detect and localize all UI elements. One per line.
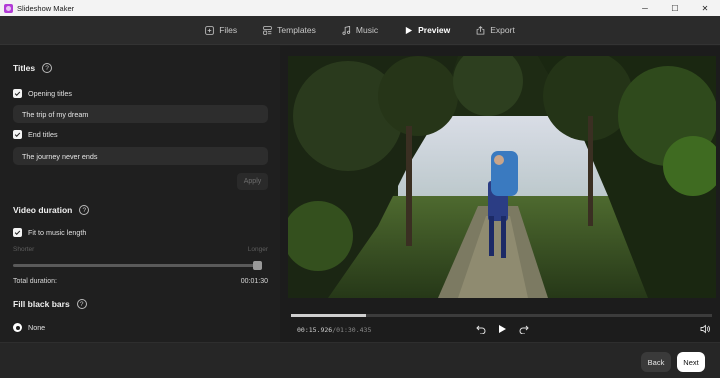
tab-music-label: Music	[355, 25, 379, 35]
fill-black-bars-section-heading: Fill black bars ?	[13, 299, 87, 309]
opening-titles-input[interactable]: The trip of my dream	[13, 105, 268, 123]
apply-button[interactable]: Apply	[237, 173, 268, 190]
volume-button[interactable]	[699, 323, 711, 335]
playback-timecode: 00:15.926/01:30.435	[297, 326, 371, 334]
video-duration-heading: Video duration	[13, 205, 73, 215]
footer-bar: Back Next	[0, 342, 720, 378]
titles-help-icon[interactable]: ?	[42, 63, 53, 73]
tab-preview[interactable]: Preview	[391, 16, 463, 45]
longer-label: Longer	[247, 246, 268, 253]
back-button[interactable]: Back	[641, 352, 671, 372]
maximize-button[interactable]: ☐	[660, 0, 690, 16]
minimize-button[interactable]: ─	[630, 0, 660, 16]
settings-panel: Titles ? Opening titles The trip of my d…	[0, 46, 280, 342]
total-time: /01:30.435	[332, 326, 372, 334]
tab-files-label: Files	[219, 25, 238, 35]
playback-progress-fill	[291, 314, 366, 317]
opening-titles-checkbox[interactable]	[13, 89, 22, 98]
titles-section-heading: Titles ?	[13, 63, 53, 73]
music-note-icon	[342, 25, 351, 35]
fit-to-music-label: Fit to music length	[28, 228, 87, 237]
fill-none-label: None	[28, 323, 46, 332]
tab-music[interactable]: Music	[329, 16, 391, 45]
fit-to-music-checkbox-row[interactable]: Fit to music length	[13, 228, 86, 237]
rewind-button[interactable]	[475, 323, 487, 335]
window-controls: ─ ☐ ✕	[630, 0, 720, 16]
opening-titles-label: Opening titles	[28, 89, 72, 98]
close-button[interactable]: ✕	[690, 0, 720, 16]
next-button[interactable]: Next	[677, 352, 705, 372]
tab-preview-label: Preview	[418, 25, 451, 35]
total-duration-row: Total duration: 00:01:30	[13, 278, 268, 285]
fill-none-radio-row[interactable]: None	[13, 323, 45, 332]
duration-range-labels: Shorter Longer	[13, 246, 268, 253]
file-plus-icon	[205, 25, 214, 35]
fill-black-bars-help-icon[interactable]: ?	[76, 299, 87, 309]
total-duration-value: 00:01:30	[240, 278, 268, 285]
fill-black-bars-heading: Fill black bars	[13, 299, 70, 309]
tab-templates[interactable]: Templates	[250, 16, 329, 45]
video-frame-image	[288, 56, 716, 298]
redo-arrow-icon	[519, 325, 529, 334]
shorter-label: Shorter	[13, 246, 35, 253]
end-titles-input[interactable]: The journey never ends	[13, 147, 268, 165]
templates-icon	[263, 25, 272, 35]
fill-none-radio[interactable]	[13, 323, 22, 332]
undo-arrow-icon	[476, 325, 486, 334]
tab-templates-label: Templates	[277, 25, 316, 35]
opening-titles-checkbox-row[interactable]: Opening titles	[13, 89, 72, 98]
end-titles-label: End titles	[28, 130, 58, 139]
play-button[interactable]	[496, 323, 508, 335]
export-icon	[476, 25, 485, 35]
duration-slider[interactable]	[13, 261, 262, 270]
title-bar: Slideshow Maker ─ ☐ ✕	[0, 0, 720, 16]
titles-heading: Titles	[13, 63, 36, 73]
play-triangle-icon	[499, 325, 506, 333]
fit-to-music-checkbox[interactable]	[13, 228, 22, 237]
duration-slider-thumb[interactable]	[253, 261, 262, 270]
app-logo-icon	[4, 3, 13, 13]
video-duration-help-icon[interactable]: ?	[79, 205, 90, 215]
window-title: Slideshow Maker	[17, 3, 75, 13]
playback-progress-bar[interactable]	[291, 314, 712, 317]
video-duration-section-heading: Video duration ?	[13, 205, 90, 215]
tab-files[interactable]: Files	[192, 16, 250, 45]
preview-panel: 00:15.926/01:30.435	[280, 46, 720, 342]
tab-export[interactable]: Export	[463, 16, 528, 45]
volume-icon	[700, 324, 710, 334]
video-preview[interactable]	[288, 56, 716, 298]
end-titles-checkbox-row[interactable]: End titles	[13, 130, 58, 139]
forward-button[interactable]	[518, 323, 530, 335]
tab-export-label: Export	[490, 25, 515, 35]
main-nav: Files Templates Music Preview Export	[0, 16, 720, 45]
current-time: 00:15.926	[297, 326, 333, 334]
play-icon	[404, 26, 413, 35]
end-titles-checkbox[interactable]	[13, 130, 22, 139]
total-duration-label: Total duration:	[13, 278, 57, 285]
